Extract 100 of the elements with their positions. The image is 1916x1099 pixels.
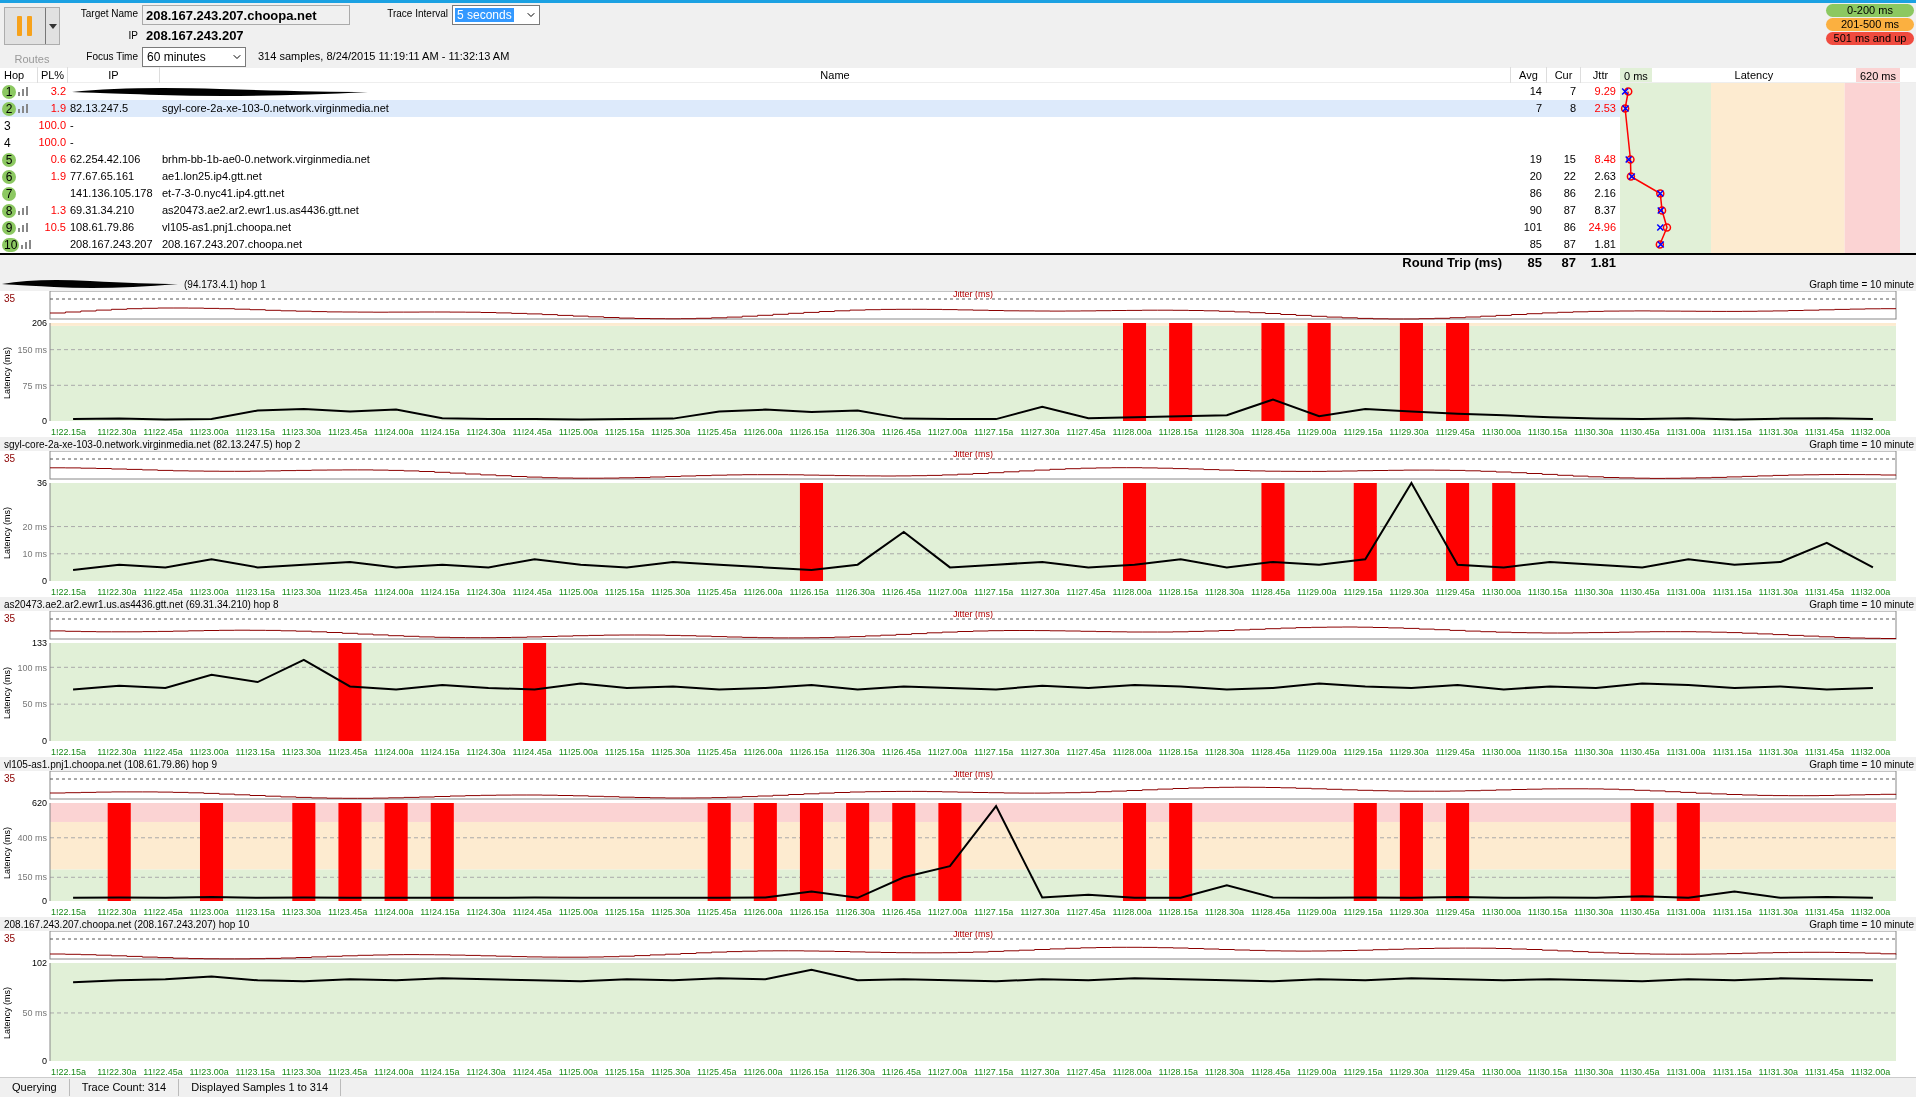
avg-cell-text: 7 [1534,101,1543,117]
cur-cell-text: 22 [1562,169,1577,185]
axis-tick-label: 11!30.45a [1620,1067,1660,1077]
axis-tick-label: 11!24.00a [374,907,414,917]
axis-tick-label: 11!25.30a [650,747,691,757]
axis-tick-label: 11!30.00a [1481,427,1522,437]
axis-tick-label: 620 [31,798,47,809]
axis-tick-label: 11!28.15a [1158,587,1198,597]
jitter-cell-text: 2.53 [1593,101,1617,117]
axis-tick-label: 11!25.30a [650,587,691,597]
axis-tick-label: 11!26.15a [789,747,829,757]
graph-title: as20473.ae2.ar2.ewr1.us.as4436.gtt.net (69.31.34.210) hop 8 [3,597,279,612]
axis-tick-label: 1!22.15a [51,587,87,597]
graph-time-label: Graph time = 10 minute [1809,437,1915,452]
legend-pill: 501 ms and up [1826,32,1914,45]
axis-tick-label: 11!24.45a [512,907,552,917]
focus-time-select[interactable]: 60 minutes [142,46,246,67]
axis-tick-label: 11!26.45a [881,587,922,597]
axis-tick-label: 11!22.30a [97,587,137,597]
cur-cell-text: 86 [1562,220,1577,236]
axis-tick-label: 11!27.45a [1066,587,1106,597]
axis-tick-label: 11!30.30a [1573,1067,1614,1077]
target-name-field[interactable]: 208.167.243.207.choopa.net [142,5,350,25]
axis-tick-label: 11!22.45a [143,587,183,597]
ip-cell-text: 77.67.65.161 [69,169,136,185]
axis-tick-label: 11!25.30a [650,427,691,437]
routes-label: Routes [14,52,50,67]
axis-tick-label: 11!31.15a [1712,427,1752,437]
axis-tick-label: 11!31.45a [1804,427,1845,437]
axis-tick-label: 11!26.45a [881,747,922,757]
hop-number: 9 [2,220,16,235]
axis-tick-label: 11!22.30a [97,1067,137,1077]
axis-tick-label: 11!28.15a [1158,1067,1198,1077]
column-header[interactable]: Name [160,66,1510,84]
avg-cell-text: 20 [1528,169,1543,185]
axis-tick-label: 11!27.15a [974,427,1014,437]
axis-tick-label: 11!24.30a [466,427,506,437]
axis-tick-label: 11!28.45a [1250,1067,1291,1077]
axis-title: Latency (ms) [2,507,12,559]
axis-tick-label: 11!29.30a [1389,587,1429,597]
axis-tick-label: 11!28.45a [1250,427,1291,437]
axis-tick-label: 100 ms [17,662,47,673]
axis-tick-label: 0 [42,576,47,587]
axis-tick-label: 11!30.15a [1527,427,1568,437]
axis-tick-label: 11!23.00a [189,587,229,597]
axis-tick-label: 11!23.45a [327,587,368,597]
jitter-cell-text: 8.37 [1593,203,1617,219]
axis-tick-label: 11!27.45a [1066,427,1106,437]
cur-cell-text: 15 [1562,152,1577,168]
hop-row[interactable]: 2 1.9 82.13.247.5 sgyl-core-2a-xe-103-0.network.virginmedia.net 7 8 2.53 [0,100,1620,117]
axis-tick-label: 11!27.45a [1066,1067,1106,1077]
ip-cell-text: 108.61.79.86 [69,220,136,236]
axis-tick-label: 11!23.30a [281,1067,322,1077]
axis-tick-label: 11!31.30a [1758,747,1798,757]
avg-cell-text: 101 [1522,220,1543,236]
scrollbar[interactable] [1900,83,1916,253]
avg-cell-text: 86 [1528,186,1543,202]
axis-tick-label: 11!24.00a [374,427,414,437]
axis-tick-label: 11!31.45a [1804,1067,1845,1077]
axis-tick-label: 11!29.15a [1343,747,1383,757]
axis-tick-label: 11!27.00a [927,587,968,597]
axis-tick-label: 11!25.45a [697,747,737,757]
axis-tick-label: 11!22.30a [97,907,137,917]
axis-tick-label: 35 [4,933,16,944]
axis-tick-label: 11!30.15a [1527,1067,1568,1077]
axis-tick-label: 11!24.15a [420,587,460,597]
axis-tick-label: 11!23.45a [327,427,368,437]
axis-tick-label: 11!27.00a [927,907,968,917]
jitter-cell-text: 8.48 [1593,152,1617,168]
axis-tick-label: 1!22.15a [51,907,87,917]
axis-tick-label: 11!30.15a [1527,747,1568,757]
axis-tick-label: 11!27.00a [927,427,968,437]
axis-tick-label: 11!25.15a [604,907,645,917]
axis-tick-label: 11!29.30a [1389,907,1429,917]
axis-tick-label: 11!29.15a [1343,587,1383,597]
target-name-label: Target Name [79,7,138,21]
avg-total: 85 [1526,254,1543,273]
axis-tick-label: 11!29.30a [1389,427,1429,437]
axis-tick-label: 11!31.30a [1758,1067,1798,1077]
hostname-cell-text: vl105-as1.pnj1.choopa.net [161,220,293,236]
hop-number: 8 [2,203,16,218]
axis-tick-label: 11!25.15a [604,587,645,597]
axis-tick-label: 11!28.45a [1250,907,1291,917]
axis-tick-label: 11!25.00a [558,587,599,597]
axis-tick-label: 11!25.00a [558,747,599,757]
axis-tick-label: 102 [31,958,47,969]
axis-tick-label: 11!31.30a [1758,907,1798,917]
pause-button[interactable] [4,7,60,45]
axis-tick-label: 11!27.30a [1020,747,1060,757]
graph-time-label: Graph time = 10 minute [1809,757,1915,772]
axis-tick-label: 11!30.00a [1481,747,1522,757]
ip-cell-text: - [69,118,75,134]
axis-tick-label: 11!26.00a [743,747,783,757]
axis-tick-label: 11!31.00a [1666,1067,1706,1077]
axis-tick-label: 11!29.45a [1435,747,1475,757]
axis-tick-label: 11!22.30a [97,427,137,437]
axis-tick-label: 11!23.45a [327,907,368,917]
jitter-cell-text: 24.96 [1587,220,1617,236]
ip-label: IP [127,29,138,44]
packet-loss-cell-text: 100.0 [38,135,67,151]
